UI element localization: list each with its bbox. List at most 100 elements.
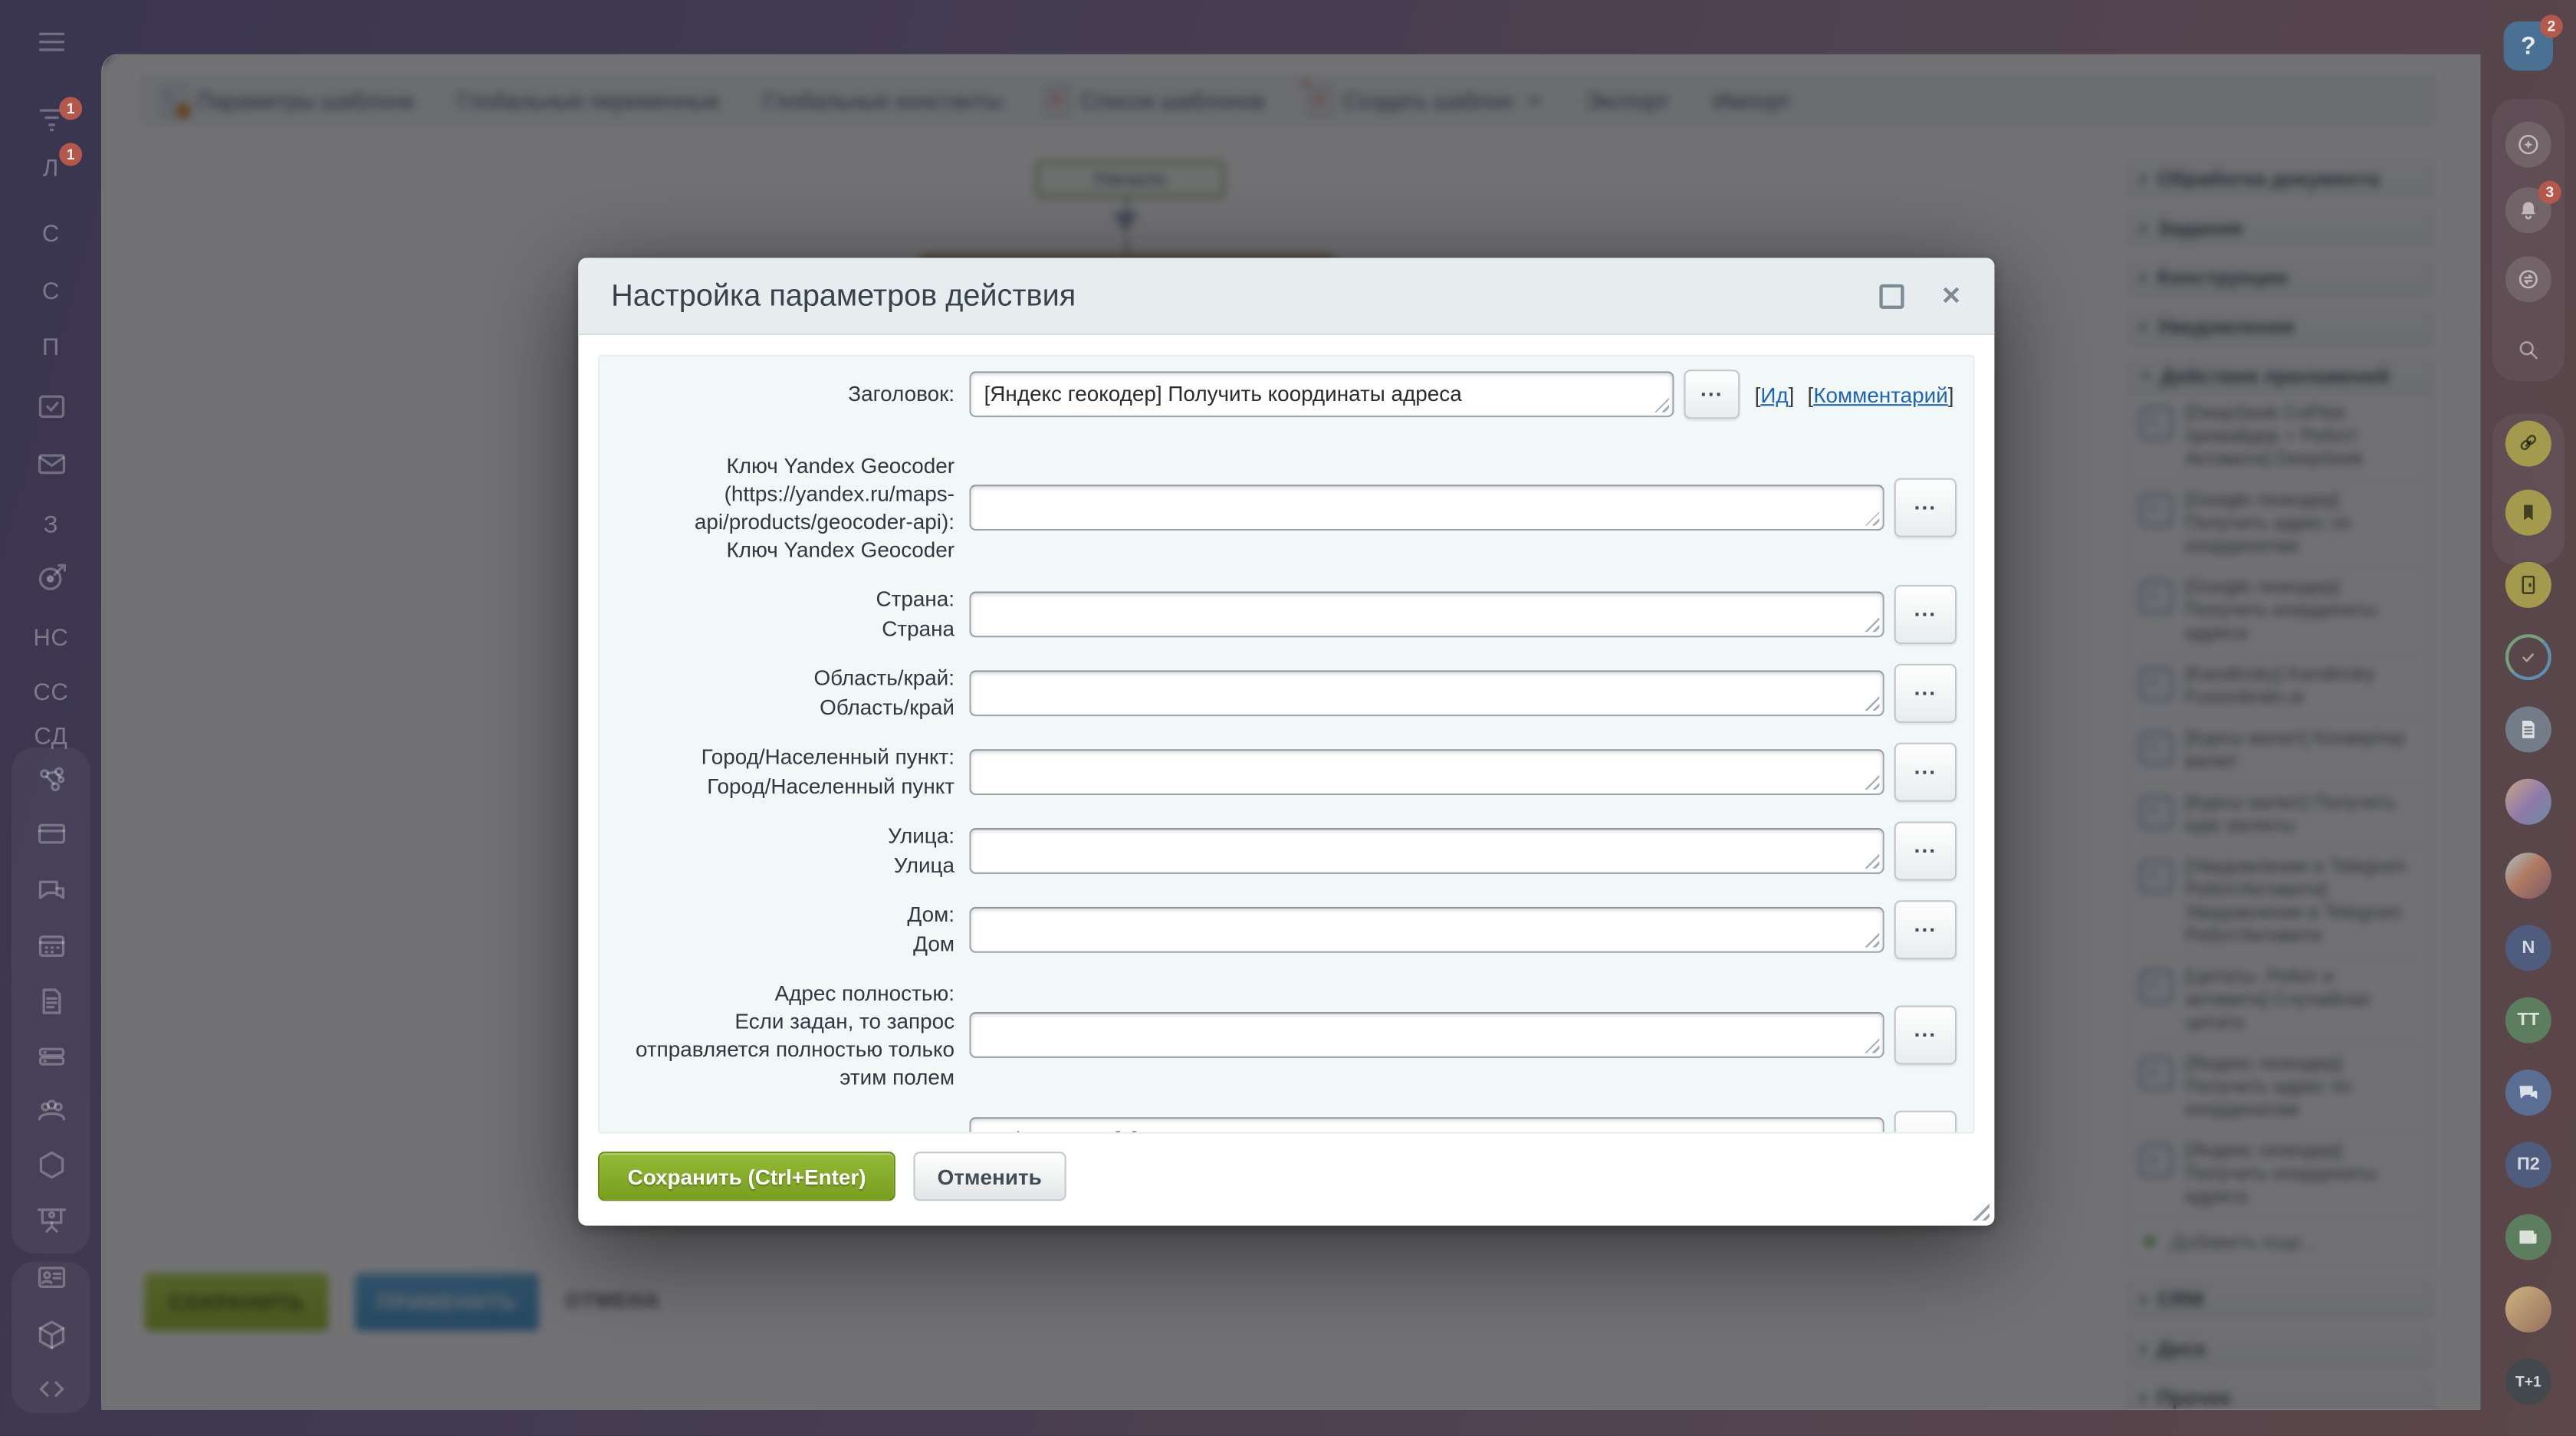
sidebar-item-rail-p[interactable]: П [0, 325, 102, 371]
bookmark-app-button[interactable] [2505, 490, 2551, 536]
document-icon[interactable] [0, 982, 102, 1028]
chat-icon[interactable] [0, 872, 102, 918]
resize-grip-icon[interactable] [1865, 853, 1879, 868]
ellipsis-button[interactable]: ... [1894, 899, 1957, 958]
clock-icon [2515, 644, 2542, 670]
hexagon-icon[interactable] [0, 1147, 102, 1193]
sidebar-item-rail-sd[interactable]: СД [0, 715, 102, 761]
people-icon[interactable] [0, 1091, 102, 1137]
ellipsis-button[interactable]: ... [1894, 1005, 1957, 1064]
presentation-icon[interactable] [0, 1201, 102, 1247]
field-input[interactable] [969, 1012, 1884, 1058]
network-icon[interactable] [0, 761, 102, 807]
link-ид[interactable]: Ид [1760, 382, 1788, 406]
resize-grip-icon[interactable] [1865, 696, 1879, 711]
sidebar-item-rail-s2[interactable]: С [0, 269, 102, 315]
sidebar-item-rail-z[interactable]: З [0, 503, 102, 549]
news-app-button[interactable] [2505, 1214, 2551, 1260]
chat-bubbles-button-wrap [2481, 1070, 2576, 1116]
field-label-description: Если задан, то запрос отправляется полно… [636, 1008, 955, 1089]
close-icon[interactable]: ✕ [1941, 281, 1962, 311]
field-label-text: Ключ Yandex Geocoder (https://yandex.ru/… [695, 453, 955, 534]
browser-card-icon [34, 817, 68, 859]
dialog-cancel-button[interactable]: Отменить [912, 1152, 1066, 1201]
sidebar-item-rail-l[interactable]: Л1 [0, 146, 102, 192]
code-icon[interactable] [0, 1370, 102, 1416]
ellipsis-button[interactable]: ... [1684, 370, 1740, 419]
avatar-2[interactable] [2505, 853, 2551, 899]
resize-grip-icon[interactable] [1865, 511, 1879, 526]
clock-app-button[interactable] [2505, 634, 2551, 680]
chat-p2-button[interactable]: П2 [2505, 1142, 2551, 1188]
ellipsis-button[interactable]: ... [1894, 742, 1957, 801]
chat-bubbles-button[interactable] [2505, 1070, 2551, 1116]
field-input[interactable] [969, 591, 1884, 637]
maximize-icon[interactable] [1880, 284, 1904, 308]
help-button-wrap: ?2 [2481, 21, 2576, 71]
avatar-1-wrap [2481, 779, 2576, 825]
dialog-save-button[interactable]: Сохранить (Ctrl+Enter) [598, 1152, 895, 1201]
ellipsis-button[interactable]: ... [1894, 478, 1957, 537]
cube-icon[interactable] [0, 1316, 102, 1362]
sidebar-item-rail-ss[interactable]: СС [0, 670, 102, 716]
target-icon[interactable] [0, 559, 102, 605]
ellipsis-button[interactable]: ... [1894, 1111, 1957, 1133]
drive-icon[interactable] [0, 1037, 102, 1083]
search-button-wrap [2481, 327, 2576, 373]
field-input-value: Welcomeapp [1] [984, 1128, 1870, 1134]
field-input[interactable] [969, 748, 1884, 794]
browser-card-icon[interactable] [0, 815, 102, 861]
sidebar-item-rail-s1[interactable]: С [0, 212, 102, 258]
dialog-body: Заголовок:[Яндекс геокодер] Получить коо… [578, 335, 1994, 1133]
field-label: Адрес полностью:Если задан, то запрос от… [613, 978, 955, 1091]
document-app-button-wrap [2481, 706, 2576, 752]
t-plus-1-button[interactable]: T+1 [2505, 1359, 2551, 1405]
field-label-text: Дом: [907, 902, 955, 927]
ellipsis-button[interactable]: ... [1894, 584, 1957, 643]
search-button[interactable] [2505, 327, 2551, 373]
sidebar-item-rail-ns[interactable]: НС [0, 616, 102, 662]
resize-grip-icon[interactable] [1865, 932, 1879, 947]
field-label-description: Улица [894, 852, 955, 876]
field-links: [Ид][Комментарий] [1755, 382, 1954, 406]
inbox-check-icon[interactable] [0, 388, 102, 434]
mail-icon [34, 447, 68, 490]
field-input[interactable]: [Яндекс геокодер] Получить координаты ад… [969, 371, 1674, 417]
resize-grip-icon[interactable] [1865, 775, 1879, 790]
avatar-3[interactable] [2505, 1286, 2551, 1332]
chat-tt-button[interactable]: TT [2505, 997, 2551, 1043]
link-комментарий[interactable]: Комментарий [1813, 382, 1947, 406]
mail-icon[interactable] [0, 445, 102, 491]
messenger-button[interactable] [2505, 256, 2551, 302]
messenger-button-wrap [2481, 256, 2576, 302]
link-app-button[interactable] [2505, 421, 2551, 467]
door-app-button[interactable] [2505, 562, 2551, 608]
field-input[interactable]: Welcomeapp [1] [969, 1118, 1884, 1134]
field-label-text: Область/край: [813, 666, 955, 691]
resize-grip-icon[interactable] [1865, 617, 1879, 632]
resize-grip-icon[interactable] [1865, 1038, 1879, 1053]
field-input[interactable] [969, 669, 1884, 715]
field-input[interactable] [969, 906, 1884, 952]
screen: 1Л1ССПЗНССССД Параметры шаблонаГлобальны… [0, 0, 2576, 1436]
chat-icon [34, 874, 68, 917]
menu-icon[interactable] [0, 23, 102, 69]
field-input-value: [Яндекс геокодер] Получить координаты ад… [984, 381, 1660, 406]
calendar-icon[interactable] [0, 927, 102, 973]
field-input[interactable] [969, 827, 1884, 873]
dialog-footer: Сохранить (Ctrl+Enter) Отменить [578, 1134, 1994, 1219]
filter-icon[interactable]: 1 [0, 100, 102, 146]
field-label-text: Улица: [888, 824, 955, 849]
field-label-description: Дом [913, 931, 955, 955]
chat-n-button[interactable]: N [2505, 925, 2551, 971]
contact-card-icon[interactable] [0, 1258, 102, 1304]
document-app-button[interactable] [2505, 706, 2551, 752]
field-input[interactable] [969, 485, 1884, 531]
notifications-button[interactable]: 3 [2505, 187, 2551, 233]
field-label: Дом: Дом [613, 901, 955, 958]
avatar-1[interactable] [2505, 779, 2551, 825]
ellipsis-button[interactable]: ... [1894, 663, 1957, 722]
help-button[interactable]: ?2 [2504, 21, 2553, 71]
copilot-button[interactable] [2505, 122, 2551, 168]
ellipsis-button[interactable]: ... [1894, 821, 1957, 880]
